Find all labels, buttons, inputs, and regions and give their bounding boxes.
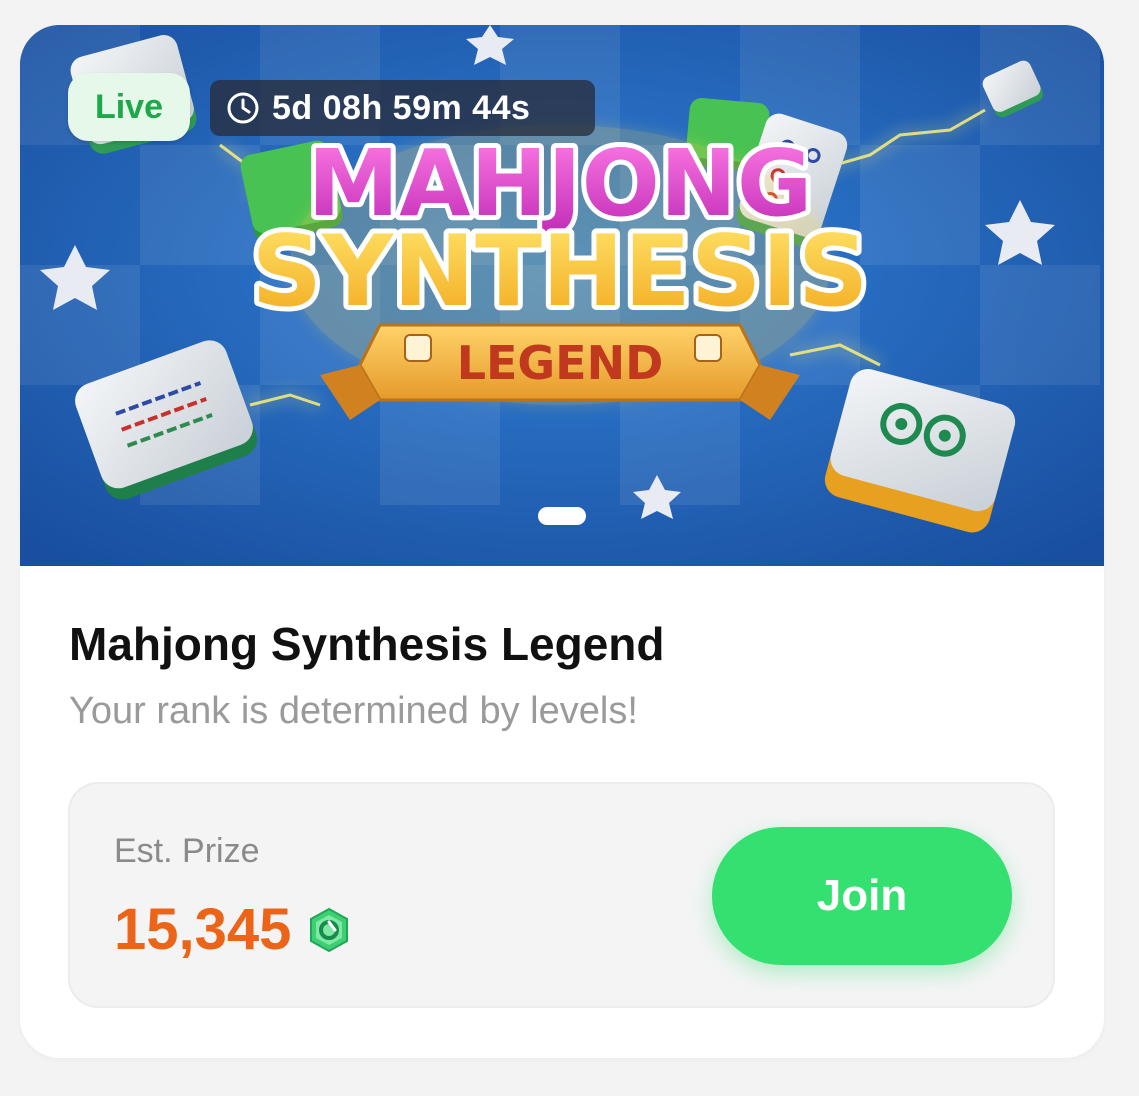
- logo-line-2-fill: SYNTHESIS: [252, 215, 869, 329]
- event-banner[interactable]: MAHJONG MAHJONG SYNTHESIS SYNTHESIS LEGE…: [20, 25, 1104, 566]
- logo-line-3: LEGEND: [457, 336, 664, 390]
- live-label: Live: [94, 87, 164, 126]
- clock-icon: [227, 92, 259, 124]
- live-status-badge: Live: [68, 73, 190, 141]
- prize-value-row: 15,345: [114, 896, 353, 963]
- prize-value: 15,345: [114, 897, 292, 962]
- prize-label: Est. Prize: [114, 832, 260, 870]
- countdown-text: 5d 08h 59m 44s: [272, 88, 531, 127]
- event-subtitle: Your rank is determined by levels!: [69, 690, 638, 732]
- carousel-page-indicator[interactable]: [538, 507, 586, 525]
- countdown-badge: 5d 08h 59m 44s: [210, 80, 595, 136]
- event-card[interactable]: MAHJONG MAHJONG SYNTHESIS SYNTHESIS LEGE…: [20, 25, 1104, 1058]
- prize-panel: Est. Prize 15,345 Join: [68, 782, 1055, 1008]
- join-button[interactable]: Join: [712, 827, 1012, 965]
- event-title: Mahjong Synthesis Legend: [69, 618, 665, 670]
- gem-coin-icon: [310, 907, 349, 952]
